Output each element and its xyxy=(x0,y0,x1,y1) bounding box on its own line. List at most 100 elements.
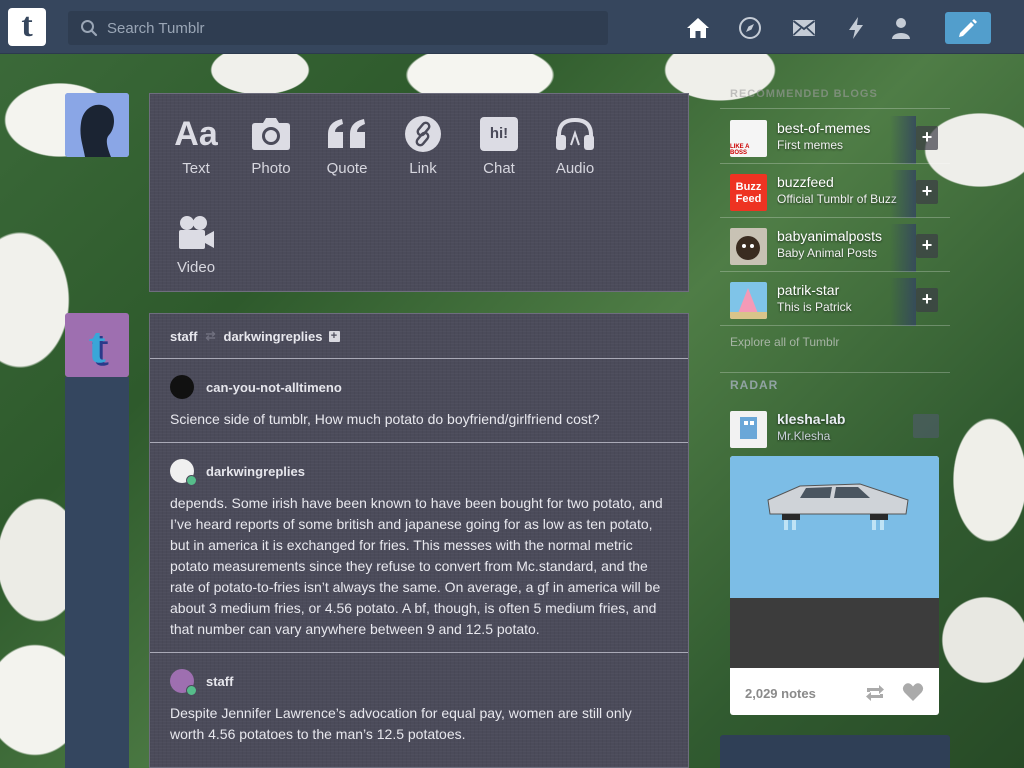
image-ground xyxy=(730,598,939,668)
post-type-link[interactable]: Link xyxy=(385,110,461,177)
divider xyxy=(720,217,950,218)
notes-count[interactable]: 2,029 notes xyxy=(745,686,816,701)
search-box[interactable] xyxy=(68,11,608,45)
divider xyxy=(720,163,950,164)
link-icon xyxy=(385,110,461,158)
headphones-icon xyxy=(537,110,613,158)
post-type-quote[interactable]: Quote xyxy=(309,110,385,177)
thread-text: depends. Some irish have been known to h… xyxy=(170,495,663,637)
avatar-rail xyxy=(65,377,129,768)
recommended-blog[interactable]: LIKE A BOSS best-of-memes First memes + xyxy=(730,116,940,164)
radar-post-card[interactable]: 2,029 notes xyxy=(730,456,939,715)
account-icon[interactable] xyxy=(888,15,914,41)
blog-avatar xyxy=(730,282,767,319)
thread-entry: staff Despite Jennifer Lawrence’s advoca… xyxy=(150,653,688,757)
reblog-icon: ⇄ xyxy=(205,329,216,343)
thread-entry: can-you-not-alltimeno Science side of tu… xyxy=(150,359,688,443)
follow-button[interactable]: + xyxy=(916,234,938,258)
divider xyxy=(720,372,950,373)
follow-fade xyxy=(890,116,916,164)
pencil-icon xyxy=(959,19,977,37)
blog-name: klesha-lab xyxy=(777,411,846,427)
recommended-blog[interactable]: babyanimalposts Baby Animal Posts + xyxy=(730,224,940,272)
post-type-photo[interactable]: Photo xyxy=(233,110,309,177)
recommended-blog[interactable]: Buzz Feed buzzfeed Official Tumblr of Bu… xyxy=(730,170,940,218)
tumblr-logo[interactable]: t xyxy=(8,8,46,46)
text-icon: Aa xyxy=(174,114,218,153)
compose-button[interactable] xyxy=(945,12,991,44)
thread-entry: darkwingreplies depends. Some irish have… xyxy=(150,443,688,653)
staff-avatar[interactable]: t xyxy=(65,313,129,377)
divider xyxy=(720,271,950,272)
follow-plus-icon[interactable]: + xyxy=(328,330,340,342)
blog-subtitle: Baby Animal Posts xyxy=(777,246,878,260)
blog-name: best-of-memes xyxy=(777,120,871,136)
blog-subtitle: This is Patrick xyxy=(777,300,852,314)
thread-author[interactable]: can-you-not-alltimeno xyxy=(206,380,342,395)
blog-avatar: Buzz Feed xyxy=(730,174,767,211)
post-type-audio[interactable]: Audio xyxy=(537,110,613,177)
radar-post-image[interactable] xyxy=(730,456,939,668)
home-icon[interactable] xyxy=(685,15,711,41)
mention-badge-icon xyxy=(186,475,197,486)
divider xyxy=(720,108,950,109)
blog-avatar xyxy=(730,411,767,448)
blog-subtitle: First memes xyxy=(777,138,843,152)
thread-avatar[interactable] xyxy=(170,375,194,399)
follow-fade xyxy=(890,278,916,326)
post-type-label: Quote xyxy=(326,160,368,177)
post-type-label: Text xyxy=(182,160,210,177)
top-navigation-bar: t xyxy=(0,0,1024,54)
post-type-text[interactable]: Aa Text xyxy=(158,110,234,178)
chat-icon: hi! xyxy=(461,110,537,158)
post-type-label: Audio xyxy=(555,160,595,177)
blog-avatar xyxy=(730,228,767,265)
reblogged-from-link[interactable]: darkwingreplies xyxy=(224,329,323,344)
blog-avatar: LIKE A BOSS xyxy=(730,120,767,157)
blog-subtitle: Mr.Klesha xyxy=(777,429,831,443)
inbox-icon[interactable] xyxy=(791,15,817,41)
follow-button[interactable]: + xyxy=(916,180,938,204)
explore-icon[interactable] xyxy=(737,15,763,41)
post-header: staff ⇄ darkwingreplies + xyxy=(150,314,688,359)
recommended-blog[interactable]: patrik-star This is Patrick + xyxy=(730,278,940,326)
post-type-label: Video xyxy=(176,259,216,276)
explore-link[interactable]: Explore all of Tumblr xyxy=(730,335,839,349)
thread-avatar[interactable] xyxy=(170,459,197,486)
post-type-chat[interactable]: hi! Chat xyxy=(461,110,537,177)
thread-author[interactable]: darkwingreplies xyxy=(206,464,305,479)
flying-car-illustration xyxy=(767,483,909,530)
video-camera-icon xyxy=(158,209,234,257)
follow-fade xyxy=(890,170,916,218)
post-type-label: Photo xyxy=(251,160,291,177)
follow-button[interactable]: + xyxy=(916,126,938,150)
blog-name: babyanimalposts xyxy=(777,228,883,244)
staff-t-logo: t xyxy=(88,316,106,374)
recommended-heading: RECOMMENDED BLOGS xyxy=(730,88,878,100)
post-type-video[interactable]: Video xyxy=(158,209,234,276)
thread-avatar[interactable] xyxy=(170,669,197,696)
reblog-icon[interactable] xyxy=(864,683,886,703)
radar-follow-button[interactable] xyxy=(913,414,939,438)
thread-text: Science side of tumblr, How much potato … xyxy=(170,411,600,427)
follow-fade xyxy=(890,224,916,272)
post-author-link[interactable]: staff xyxy=(170,329,197,344)
thread-text: Despite Jennifer Lawrence’s advocation f… xyxy=(170,705,632,742)
search-input[interactable] xyxy=(107,19,587,37)
follow-button[interactable]: + xyxy=(916,288,938,312)
radar-next-card xyxy=(720,735,950,768)
divider xyxy=(720,325,950,326)
user-avatar[interactable] xyxy=(65,93,129,157)
search-icon xyxy=(81,20,98,37)
dashboard-post: staff ⇄ darkwingreplies + can-you-not-al… xyxy=(149,313,689,768)
thread-author[interactable]: staff xyxy=(206,674,233,689)
radar-heading: RADAR xyxy=(730,378,779,392)
activity-icon[interactable] xyxy=(843,15,869,41)
heart-icon[interactable] xyxy=(902,682,924,702)
blog-name: patrik-star xyxy=(777,282,840,298)
post-type-selector: Aa Text Photo Quote Link hi! Chat Audio xyxy=(149,93,689,292)
quote-icon xyxy=(309,110,385,158)
camera-icon xyxy=(233,110,309,158)
radar-blog[interactable]: klesha-lab Mr.Klesha xyxy=(730,409,940,449)
blog-name: buzzfeed xyxy=(777,174,834,190)
